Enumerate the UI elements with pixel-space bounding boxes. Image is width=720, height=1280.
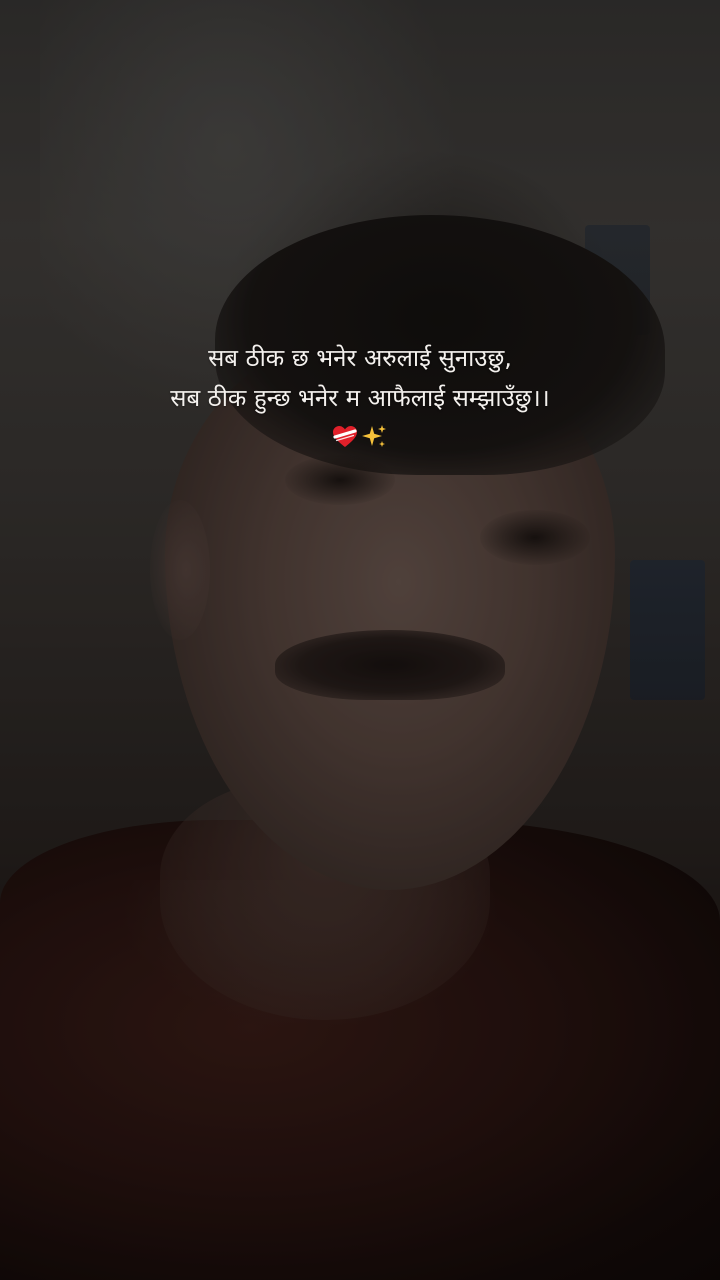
story-caption: सब ठीक छ भनेर अरुलाई सुनाउछु, सब ठीक हुन… <box>0 338 720 452</box>
photo-collar <box>120 880 500 1030</box>
background-window <box>630 560 705 700</box>
photo-shirt <box>0 820 720 1280</box>
background-window <box>585 225 650 335</box>
story-view[interactable]: सब ठीक छ भनेर अरुलाई सुनाउछु, सब ठीक हुन… <box>0 0 720 1280</box>
caption-emojis <box>0 420 720 452</box>
photo-dim-overlay <box>0 0 720 1280</box>
caption-line-1: सब ठीक छ भनेर अरुलाई सुनाउछु, <box>208 344 512 372</box>
photo-ear <box>150 500 210 640</box>
sparkles-icon <box>360 423 388 451</box>
mending-heart-icon <box>332 425 358 449</box>
caption-line-2: सब ठीक हुन्छ भनेर म आफैलाई सम्झाउँछु।। <box>170 384 550 412</box>
photo-neck <box>160 780 490 1020</box>
photo-mustache <box>275 630 505 700</box>
photo-eye <box>480 510 590 565</box>
photo-eye <box>285 455 395 505</box>
